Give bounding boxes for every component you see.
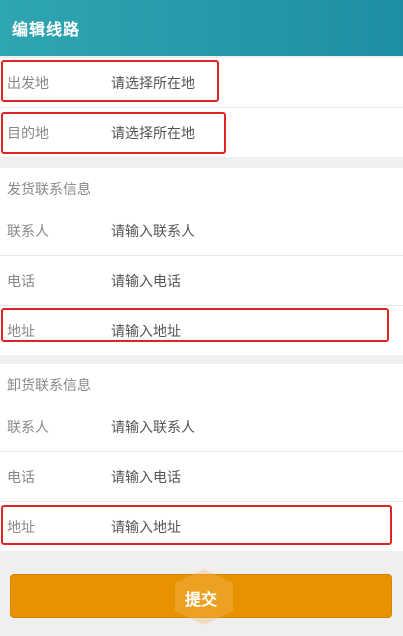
origin-selector[interactable]: 请选择所在地 (111, 73, 195, 93)
consignee-address-input[interactable]: 请输入地址 (111, 517, 181, 537)
shipper-section-title: 发货联系信息 (7, 182, 91, 198)
consignee-phone-row[interactable]: 电话 请输入电话 (0, 452, 403, 502)
destination-selector[interactable]: 请选择所在地 (111, 123, 195, 143)
top-bar: 编辑线路 (0, 0, 403, 56)
page-title: 编辑线路 (12, 20, 81, 39)
shipper-contact-label: 联系人 (7, 224, 49, 240)
submit-label: 提交 (184, 590, 217, 609)
consignee-section-title: 卸货联系信息 (7, 378, 91, 394)
consignee-address-label: 地址 (7, 520, 35, 536)
destination-row[interactable]: 目的地 请选择所在地 (0, 108, 403, 157)
consignee-contact-label: 联系人 (7, 420, 49, 436)
shipper-phone-row[interactable]: 电话 请输入电话 (0, 256, 403, 306)
shipper-phone-input[interactable]: 请输入电话 (111, 271, 181, 291)
destination-label: 目的地 (7, 126, 49, 142)
route-section: 出发地 请选择所在地 目的地 请选择所在地 (0, 58, 403, 157)
origin-row[interactable]: 出发地 请选择所在地 (0, 58, 403, 108)
shipper-address-row[interactable]: 地址 请输入地址 (0, 306, 403, 355)
consignee-phone-label: 电话 (7, 470, 35, 486)
consignee-contact-input[interactable]: 请输入联系人 (111, 417, 195, 437)
consignee-section-header: 卸货联系信息 (0, 364, 403, 402)
shipper-address-input[interactable]: 请输入地址 (111, 321, 181, 341)
shipper-contact-input[interactable]: 请输入联系人 (111, 221, 195, 241)
shipper-contact-row[interactable]: 联系人 请输入联系人 (0, 206, 403, 256)
shipper-address-label: 地址 (7, 324, 35, 340)
submit-button[interactable]: 提交 (10, 569, 392, 625)
consignee-address-row[interactable]: 地址 请输入地址 (0, 502, 403, 551)
consignee-section: 卸货联系信息 联系人 请输入联系人 电话 请输入电话 地址 请输入地址 (0, 364, 403, 551)
origin-label: 出发地 (7, 76, 49, 92)
shipper-section-header: 发货联系信息 (0, 168, 403, 206)
consignee-contact-row[interactable]: 联系人 请输入联系人 (0, 402, 403, 452)
shipper-phone-label: 电话 (7, 274, 35, 290)
consignee-phone-input[interactable]: 请输入电话 (111, 467, 181, 487)
shipper-section: 发货联系信息 联系人 请输入联系人 电话 请输入电话 地址 请输入地址 (0, 168, 403, 355)
